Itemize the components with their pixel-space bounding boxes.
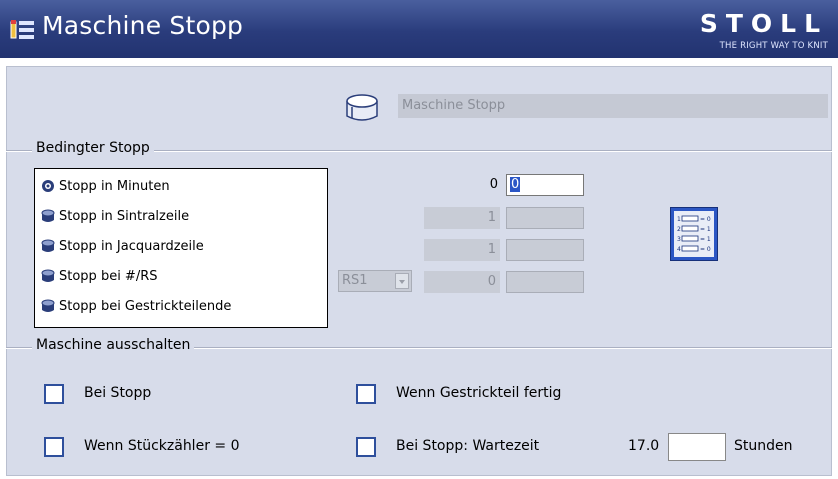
radio-cylinder-icon bbox=[41, 299, 55, 312]
radio-stopp-sintralzeile[interactable]: Stopp in Sintralzeile bbox=[41, 206, 189, 226]
chevron-down-icon bbox=[395, 273, 409, 289]
checkbox-wenn-stueckzaehler[interactable] bbox=[44, 437, 64, 457]
radio-label: Stopp bei #/RS bbox=[59, 268, 158, 284]
unit-stunden: Stunden bbox=[734, 438, 793, 454]
radio-cylinder-icon bbox=[41, 239, 55, 252]
rs-current-value: 0 bbox=[424, 271, 500, 293]
radio-label: Stopp bei Gestrickteilende bbox=[59, 298, 232, 314]
svg-text:2: 2 bbox=[677, 226, 681, 233]
radio-label: Stopp in Minuten bbox=[59, 178, 170, 194]
machine-stop-icon bbox=[10, 20, 34, 39]
minuten-input[interactable]: 0 bbox=[506, 174, 584, 196]
svg-text:= 1: = 1 bbox=[700, 226, 711, 233]
svg-text:4: 4 bbox=[677, 246, 681, 253]
section-title-ausschalten: Maschine ausschalten bbox=[32, 337, 195, 353]
stoll-logo: STOLL bbox=[699, 9, 828, 38]
stoll-slogan: THE RIGHT WAY TO KNIT bbox=[719, 41, 828, 51]
title-bar: Maschine Stopp STOLL THE RIGHT WAY TO KN… bbox=[0, 0, 838, 58]
svg-text:= 1: = 1 bbox=[700, 236, 711, 243]
stop-condition-list: Stopp in Minuten Stopp in Sintralzeile S… bbox=[34, 168, 328, 328]
radio-cylinder-icon bbox=[41, 209, 55, 222]
label-wenn-stueckzaehler: Wenn Stückzähler = 0 bbox=[84, 438, 240, 454]
svg-text:= 0: = 0 bbox=[700, 246, 711, 253]
minuten-current-value: 0 bbox=[489, 177, 498, 192]
rs-input[interactable] bbox=[506, 271, 584, 293]
checkbox-bei-stopp[interactable] bbox=[44, 384, 64, 404]
radio-selected-icon bbox=[42, 180, 54, 192]
radio-stopp-jacquardzeile[interactable]: Stopp in Jacquardzeile bbox=[41, 236, 204, 256]
database-cylinder-icon bbox=[346, 94, 378, 121]
radio-cylinder-icon bbox=[41, 269, 55, 282]
section-title-bedingter-stopp: Bedingter Stopp bbox=[32, 140, 154, 156]
minuten-input-value: 0 bbox=[510, 177, 521, 192]
rs-select[interactable]: RS1 bbox=[338, 270, 412, 292]
dip-switch-icon[interactable]: 1 = 0 2 = 1 3 = 1 4 = 0 bbox=[670, 207, 718, 261]
sintralzeile-current-value: 1 bbox=[424, 207, 500, 229]
radio-label: Stopp in Sintralzeile bbox=[59, 208, 190, 224]
checkbox-wenn-gestrickteil-fertig[interactable] bbox=[356, 384, 376, 404]
svg-text:= 0: = 0 bbox=[700, 216, 711, 223]
maschine-stopp-window: Maschine Stopp STOLL THE RIGHT WAY TO KN… bbox=[0, 0, 838, 479]
jacquardzeile-current-value: 1 bbox=[424, 239, 500, 261]
window-title: Maschine Stopp bbox=[42, 11, 244, 40]
radio-stopp-minuten[interactable]: Stopp in Minuten bbox=[41, 176, 170, 196]
wartezeit-input[interactable] bbox=[668, 433, 726, 461]
label-bei-stopp-wartezeit: Bei Stopp: Wartezeit bbox=[396, 438, 540, 454]
svg-text:3: 3 bbox=[677, 236, 681, 243]
jacquardzeile-input[interactable] bbox=[506, 239, 584, 261]
label-bei-stopp: Bei Stopp bbox=[84, 385, 152, 401]
svg-text:1: 1 bbox=[677, 216, 681, 223]
name-field[interactable]: Maschine Stopp bbox=[398, 94, 828, 118]
radio-stopp-bei-rs[interactable]: Stopp bei #/RS bbox=[41, 266, 158, 286]
rs-select-value: RS1 bbox=[342, 273, 368, 288]
checkbox-bei-stopp-wartezeit[interactable] bbox=[356, 437, 376, 457]
radio-stopp-gestrickteilende[interactable]: Stopp bei Gestrickteilende bbox=[41, 296, 231, 316]
label-wenn-gestrickteil-fertig: Wenn Gestrickteil fertig bbox=[396, 385, 562, 401]
sintralzeile-input[interactable] bbox=[506, 207, 584, 229]
radio-label: Stopp in Jacquardzeile bbox=[59, 238, 204, 254]
wartezeit-current-value: 17.0 bbox=[628, 438, 660, 454]
